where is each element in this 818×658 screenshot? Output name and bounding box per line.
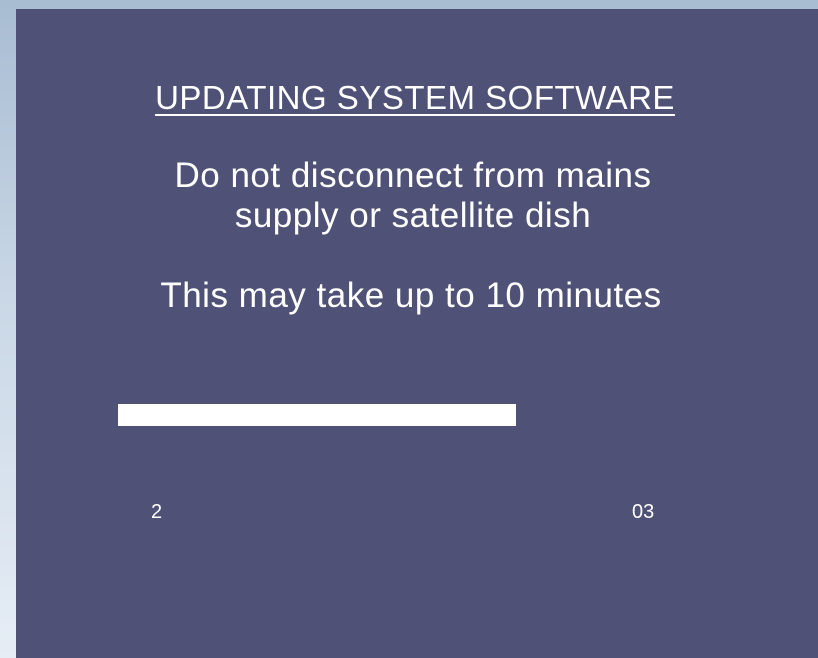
progress-bar xyxy=(118,404,648,426)
update-screen: UPDATING SYSTEM SOFTWARE Do not disconne… xyxy=(16,9,818,658)
warning-line-2: supply or satellite dish xyxy=(234,196,592,235)
warning-line-1: Do not disconnect from mains xyxy=(174,156,652,195)
update-title: UPDATING SYSTEM SOFTWARE xyxy=(155,79,675,116)
progress-bar-fill xyxy=(118,404,516,426)
progress-counter-left: 2 xyxy=(151,501,163,523)
disconnect-warning: Do not disconnect from mains supply or s… xyxy=(16,156,810,236)
progress-counter-right: 03 xyxy=(632,501,655,523)
duration-note: This may take up to 10 minutes xyxy=(160,276,662,315)
